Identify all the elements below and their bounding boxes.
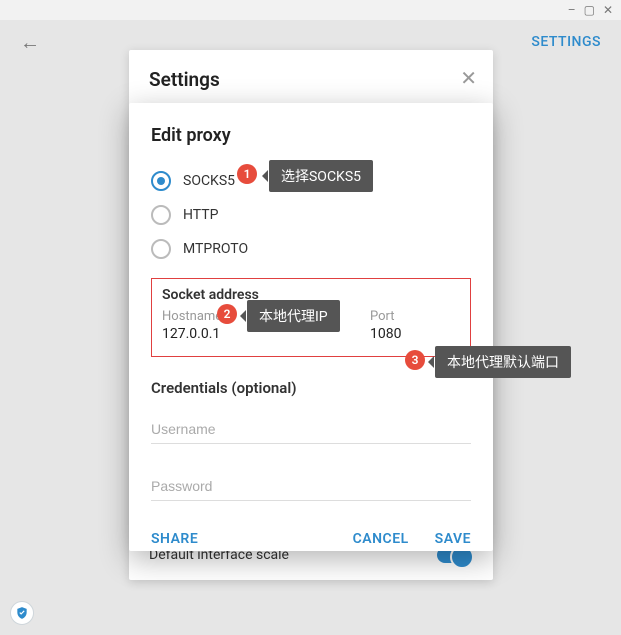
- port-field[interactable]: Port 1080: [370, 309, 460, 342]
- annotation-badge-2: 2: [217, 304, 237, 324]
- radio-label: MTPROTO: [183, 241, 248, 257]
- dialog-buttons: SHARE CANCEL SAVE: [151, 531, 471, 547]
- password-input[interactable]: [151, 472, 471, 501]
- annotation-tip-3: 本地代理默认端口: [435, 346, 571, 378]
- annotation-badge-3: 3: [405, 350, 425, 370]
- share-button[interactable]: SHARE: [151, 531, 198, 547]
- username-input[interactable]: [151, 415, 471, 444]
- radio-icon: [151, 205, 171, 225]
- field-value: 1080: [370, 326, 460, 342]
- annotation-badge-1: 1: [237, 164, 257, 184]
- minimize-button[interactable]: –: [568, 4, 576, 16]
- annotation-tip-2: 本地代理IP: [247, 300, 340, 332]
- maximize-button[interactable]: ▢: [584, 4, 595, 16]
- radio-icon: [151, 171, 171, 191]
- save-button[interactable]: SAVE: [435, 531, 471, 547]
- settings-title: Settings: [149, 68, 473, 91]
- radio-label: HTTP: [183, 207, 218, 223]
- settings-link[interactable]: SETTINGS: [531, 34, 601, 50]
- radio-label: SOCKS5: [183, 173, 235, 189]
- dialog-title: Edit proxy: [151, 125, 471, 146]
- back-arrow-icon[interactable]: ←: [20, 30, 40, 55]
- annotation-tip-1: 选择SOCKS5: [269, 160, 373, 192]
- radio-http[interactable]: HTTP: [151, 198, 471, 232]
- field-label: Port: [370, 309, 460, 324]
- cancel-button[interactable]: CANCEL: [353, 531, 409, 547]
- shield-icon[interactable]: [10, 601, 34, 625]
- credentials-heading: Credentials (optional): [151, 379, 471, 397]
- radio-icon: [151, 239, 171, 259]
- close-icon[interactable]: ✕: [460, 66, 477, 90]
- window-controls: – ▢ ✕: [0, 0, 621, 20]
- close-window-button[interactable]: ✕: [603, 4, 613, 16]
- radio-mtproto[interactable]: MTPROTO: [151, 232, 471, 266]
